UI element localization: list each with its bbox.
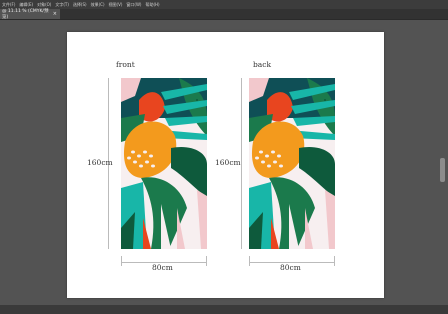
front-width-label: 80cm bbox=[152, 263, 173, 272]
status-bar bbox=[0, 305, 448, 314]
back-label: back bbox=[253, 60, 272, 69]
front-height-label: 160cm bbox=[87, 158, 113, 167]
front-label: front bbox=[116, 60, 135, 69]
menu-item-edit[interactable]: 编辑(E) bbox=[17, 2, 35, 8]
menu-item-object[interactable]: 对象(O) bbox=[35, 2, 53, 8]
menu-item-window[interactable]: 窗口(W) bbox=[124, 2, 143, 8]
dimension-tick bbox=[121, 256, 122, 266]
document-tab-bar: @ 11.11 % (CMYK/预览) × bbox=[0, 9, 448, 20]
dimension-tick bbox=[206, 256, 207, 266]
artboard[interactable]: front 160cm 80cm back 160cm 80cm bbox=[67, 32, 384, 298]
back-panel-artwork[interactable] bbox=[249, 78, 335, 249]
height-dimension-line bbox=[241, 78, 242, 249]
scroll-thumb[interactable] bbox=[440, 158, 445, 182]
back-width-label: 80cm bbox=[280, 263, 301, 272]
document-tab-title: @ 11.11 % (CMYK/预览) bbox=[2, 9, 49, 20]
vertical-scrollbar[interactable] bbox=[438, 20, 448, 314]
dimension-tick bbox=[334, 256, 335, 266]
menu-item-effect[interactable]: 效果(C) bbox=[89, 2, 107, 8]
close-icon[interactable]: × bbox=[53, 11, 57, 17]
tropical-print bbox=[249, 78, 335, 249]
front-panel-artwork[interactable] bbox=[121, 78, 207, 249]
document-tab[interactable]: @ 11.11 % (CMYK/预览) × bbox=[0, 9, 60, 20]
menu-item-type[interactable]: 文字(T) bbox=[53, 2, 71, 8]
menu-item-help[interactable]: 帮助(H) bbox=[143, 2, 161, 8]
back-height-label: 160cm bbox=[215, 158, 241, 167]
menu-item-select[interactable]: 选择(S) bbox=[71, 2, 89, 8]
menu-bar: 文件(F) 编辑(E) 对象(O) 文字(T) 选择(S) 效果(C) 视图(V… bbox=[0, 0, 448, 9]
menu-item-view[interactable]: 视图(V) bbox=[107, 2, 125, 8]
menu-item-file[interactable]: 文件(F) bbox=[0, 2, 17, 8]
dimension-tick bbox=[249, 256, 250, 266]
tropical-print bbox=[121, 78, 207, 249]
